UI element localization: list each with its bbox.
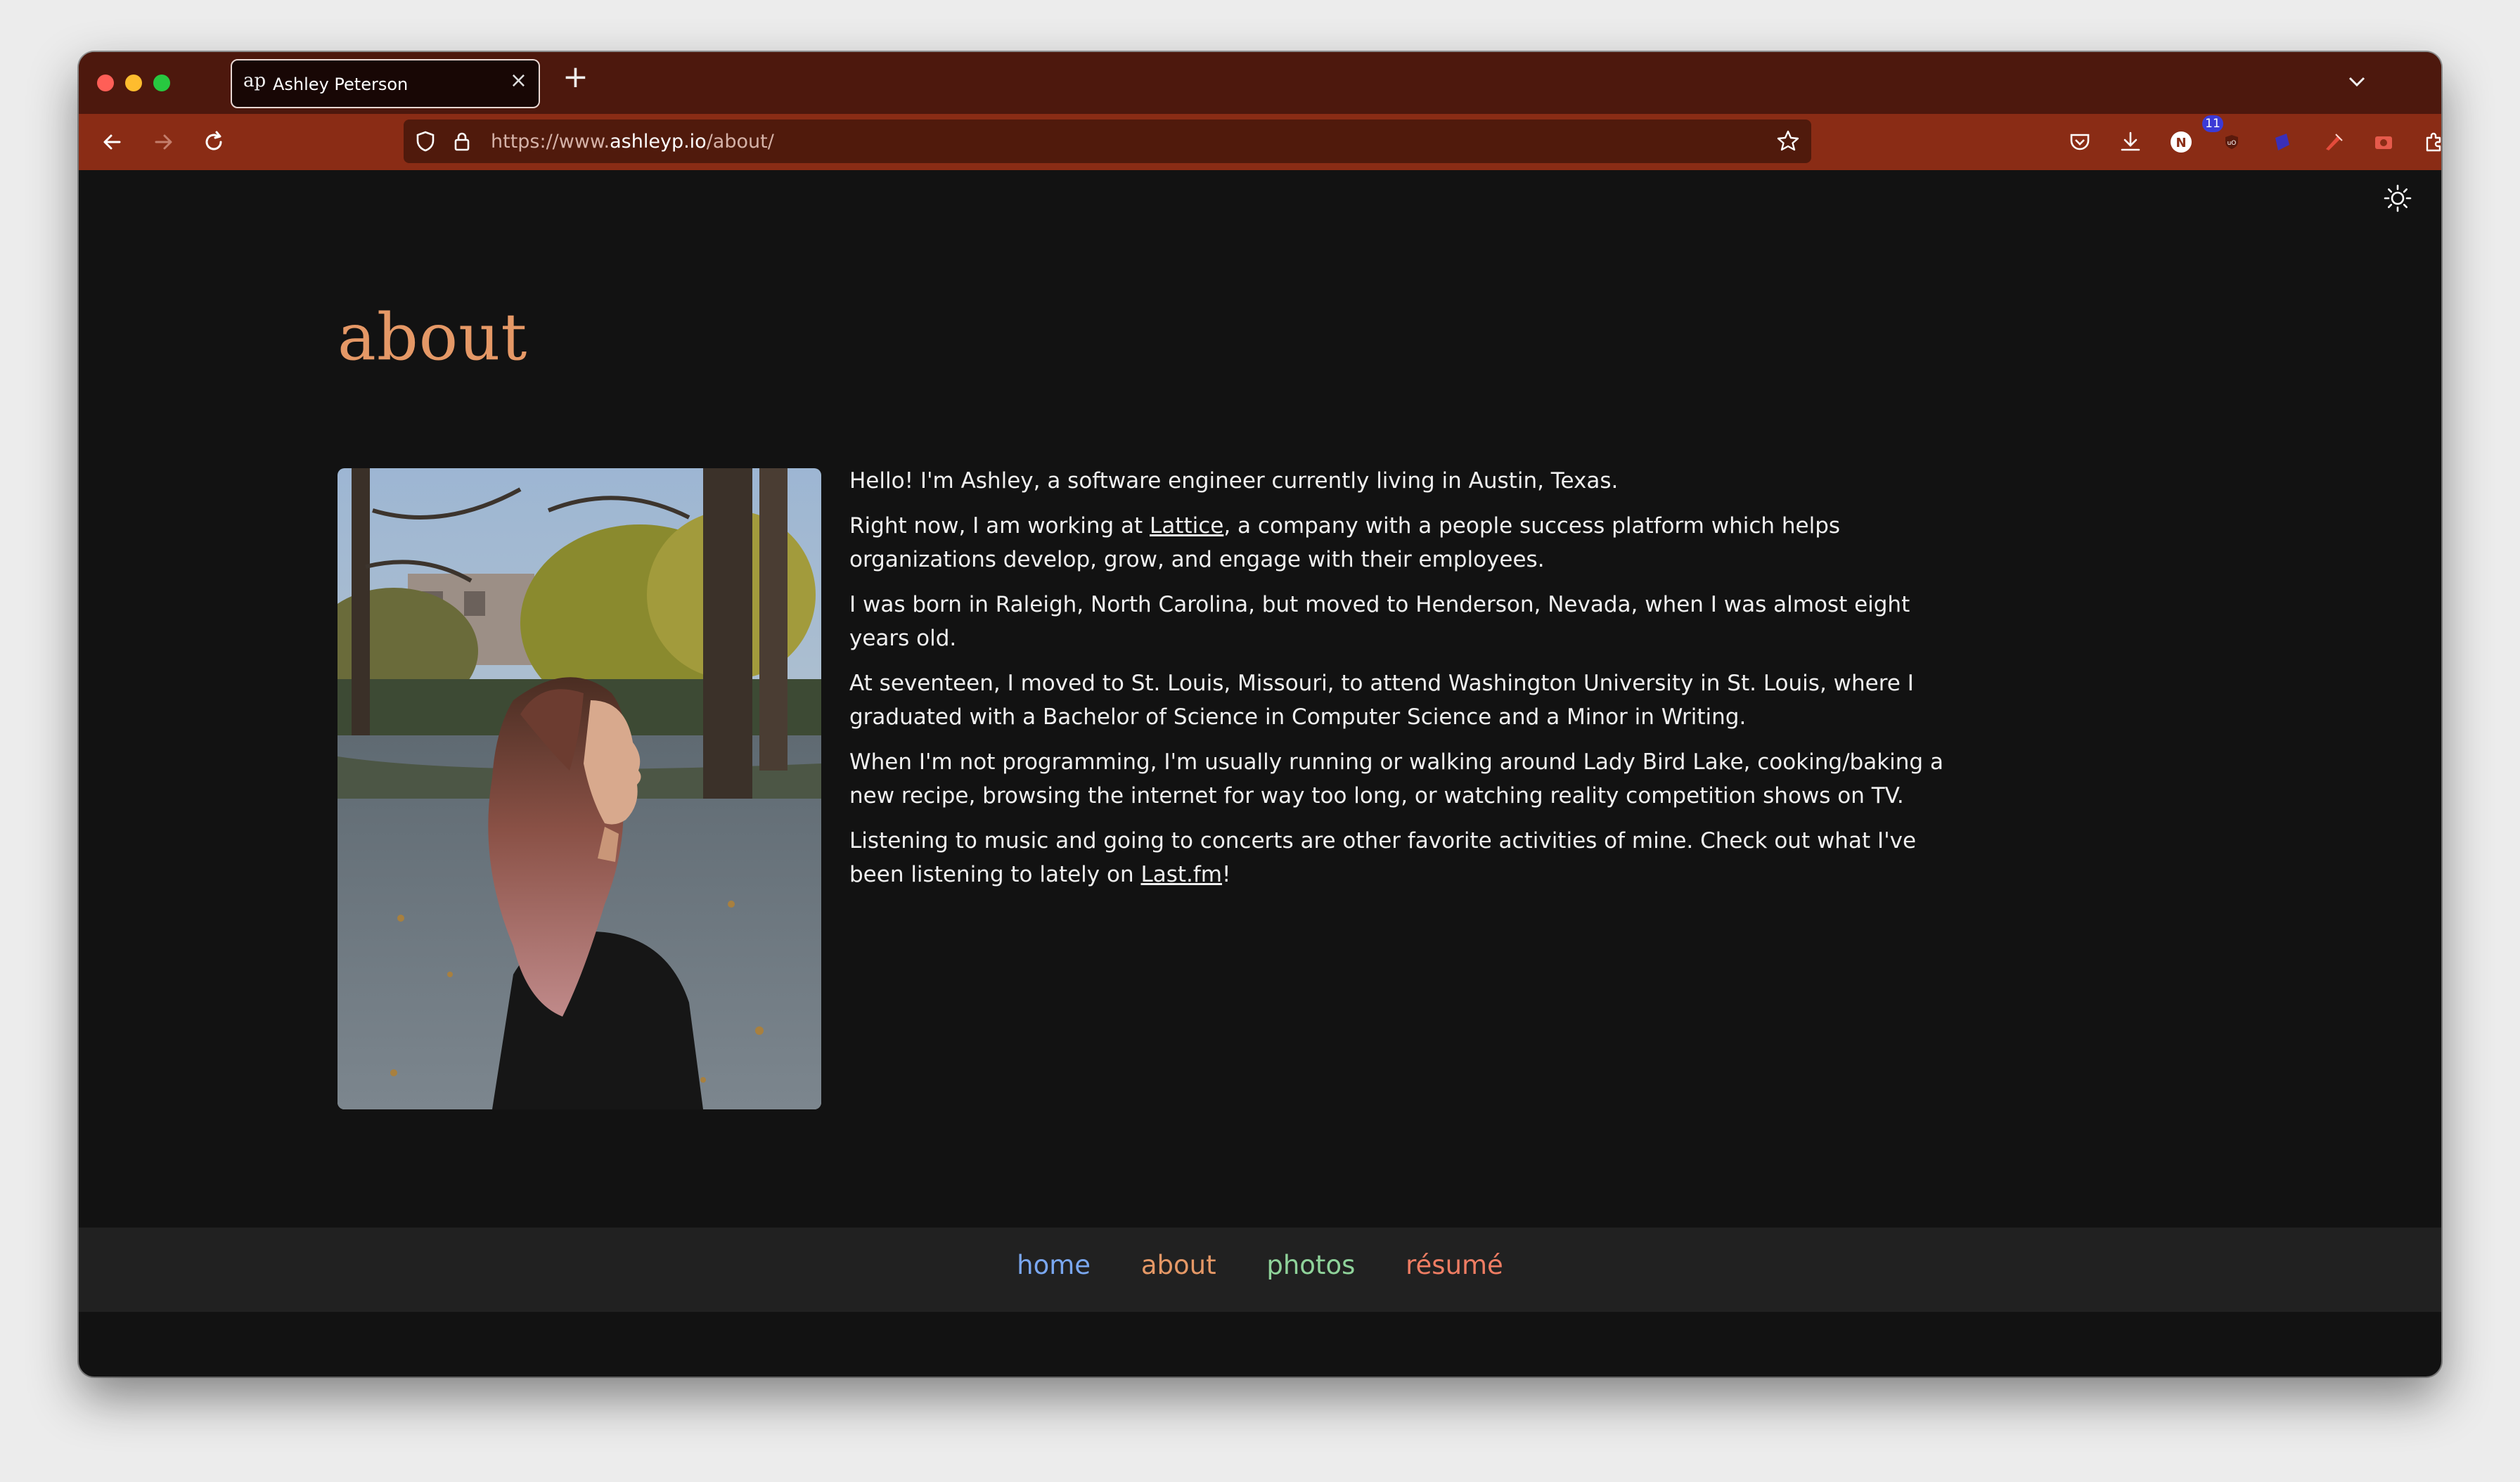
site-footer: home about photos résumé	[79, 1228, 2441, 1312]
url-prefix: https://www.	[491, 131, 610, 153]
bio-paragraph: I was born in Raleigh, North Carolina, b…	[849, 592, 1910, 651]
footer-nav: home about photos résumé	[79, 1250, 2441, 1280]
chevron-down-icon[interactable]	[2343, 67, 2371, 96]
close-window-button[interactable]	[97, 75, 114, 91]
page-content: about Hello! I'm Ashley, a software engi…	[79, 170, 2441, 1291]
new-tab-button[interactable]: +	[562, 62, 589, 93]
navigation-toolbar: https://www.ashleyp.io/about/ N uO 11	[79, 114, 2441, 170]
nav-link-home[interactable]: home	[1017, 1250, 1091, 1280]
maximize-window-button[interactable]	[153, 75, 170, 91]
tab-strip: ap Ashley Peterson × +	[79, 52, 2441, 114]
notion-extension-icon[interactable]: N	[2167, 128, 2195, 156]
lattice-link[interactable]: Lattice	[1150, 513, 1223, 539]
svg-text:N: N	[2175, 136, 2186, 150]
address-bar[interactable]: https://www.ashleyp.io/about/	[404, 120, 1811, 163]
extension-badge-count: 11	[2202, 115, 2223, 132]
bio-paragraph: Listening to music and going to concerts…	[849, 828, 1917, 887]
bio-text: Hello! I'm Ashley, a software engineer c…	[849, 464, 1960, 903]
close-tab-icon[interactable]: ×	[510, 70, 527, 91]
url-host: ashleyp.io	[610, 131, 707, 153]
extension-badge-icon[interactable]	[2268, 128, 2296, 156]
forward-arrow-icon[interactable]	[149, 128, 177, 156]
back-arrow-icon[interactable]	[98, 128, 127, 156]
reload-icon[interactable]	[200, 128, 228, 156]
svg-text:uO: uO	[2228, 140, 2237, 147]
nav-link-resume[interactable]: résumé	[1406, 1250, 1503, 1280]
nav-link-photos[interactable]: photos	[1266, 1250, 1355, 1280]
pen-extension-icon[interactable]	[2319, 128, 2347, 156]
pocket-icon[interactable]	[2066, 128, 2094, 156]
bookmark-star-icon[interactable]	[1775, 128, 1801, 155]
bio-paragraph: Hello! I'm Ashley, a software engineer c…	[849, 468, 1619, 494]
screenshot-icon[interactable]	[2370, 128, 2398, 156]
bio-paragraph: At seventeen, I moved to St. Louis, Miss…	[849, 671, 1914, 730]
bio-paragraph: Right now, I am working at Lattice, a co…	[849, 513, 1841, 572]
portrait-photo	[338, 468, 821, 1109]
extensions-icon[interactable]	[2420, 128, 2441, 156]
ublock-icon[interactable]: uO	[2218, 128, 2246, 156]
lastfm-link[interactable]: Last.fm	[1140, 862, 1222, 887]
bio-paragraph: When I'm not programming, I'm usually ru…	[849, 749, 1943, 808]
minimize-window-button[interactable]	[125, 75, 142, 91]
browser-window: ap Ashley Peterson × + https://www.ashle…	[79, 52, 2441, 1377]
site-favicon-icon: ap	[243, 70, 266, 91]
download-icon[interactable]	[2116, 128, 2145, 156]
sun-icon[interactable]	[2382, 183, 2413, 214]
tab-title: Ashley Peterson	[273, 75, 409, 94]
url-path: /about/	[706, 131, 774, 153]
lock-icon[interactable]	[450, 129, 474, 153]
nav-link-about[interactable]: about	[1141, 1250, 1216, 1280]
url-text[interactable]: https://www.ashleyp.io/about/	[491, 131, 774, 153]
tracking-shield-icon[interactable]	[413, 129, 437, 153]
page-title: about	[338, 299, 528, 375]
browser-tab[interactable]: ap Ashley Peterson ×	[231, 59, 540, 108]
